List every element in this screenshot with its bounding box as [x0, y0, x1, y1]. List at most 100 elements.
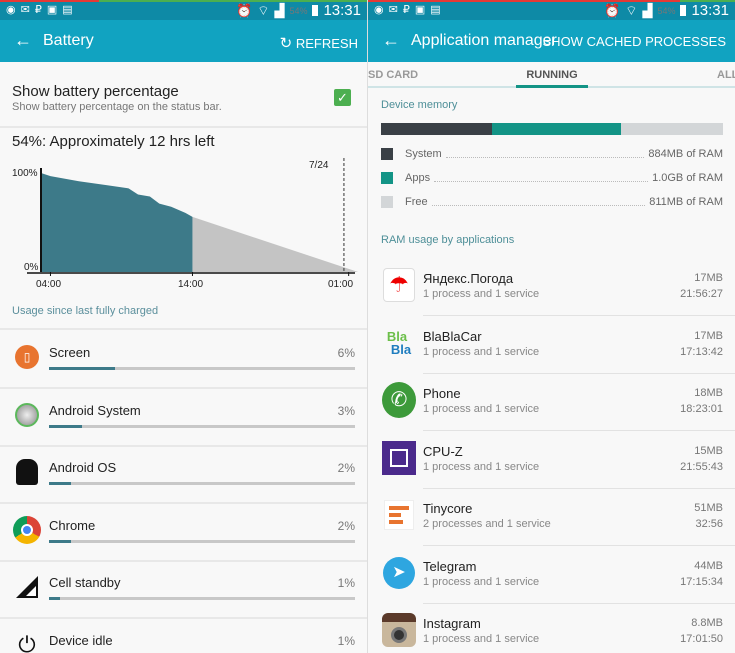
legend-value: 811MB of RAM	[649, 196, 723, 208]
umbrella-icon: ☂	[382, 267, 416, 303]
tab-running[interactable]: RUNNING	[516, 62, 588, 88]
memory-segment-free	[620, 123, 723, 135]
legend-value: 884MB of RAM	[648, 148, 723, 160]
back-arrow-icon[interactable]: ←	[382, 30, 400, 51]
app-processes: 1 process and 1 service	[423, 460, 540, 473]
signal-icon: ▟	[642, 2, 653, 18]
tab-all[interactable]: ALL	[717, 69, 735, 81]
app-processes: 1 process and 1 service	[423, 345, 540, 358]
app-name: Tinycore	[423, 501, 473, 516]
battery-screen: ◉✉₽▣▤ ⏰ ⌔ ▟ 54% 13:31 ← Battery ↻ REFRES…	[0, 0, 367, 653]
android-robot-icon	[12, 457, 42, 487]
ram-usage-title: RAM usage by applications	[381, 234, 515, 246]
app-processes: 2 processes and 1 service	[423, 518, 551, 530]
usage-percent: 2%	[337, 461, 355, 475]
device-memory-title: Device memory	[381, 99, 458, 111]
checkbox-checked[interactable]: ✓	[334, 89, 351, 106]
back-arrow-icon[interactable]: ←	[14, 30, 32, 51]
actual-battery-area	[41, 173, 193, 272]
page-title: Battery	[43, 32, 94, 49]
app-row[interactable]: Instagram 1 process and 1 service 8.8MB …	[368, 604, 735, 653]
app-name: Instagram	[423, 616, 481, 631]
usage-bar-fill	[49, 482, 72, 485]
app-memory-size: 17MB	[694, 272, 723, 284]
app-row[interactable]: ☂ Яндекс.Погода 1 process and 1 service …	[368, 259, 735, 316]
app-row[interactable]: Bla Bla BlaBlaCar 1 process and 1 service…	[368, 317, 735, 374]
app-processes: 1 process and 1 service	[423, 575, 540, 588]
usage-bar	[49, 482, 355, 485]
usage-bar-fill	[49, 597, 61, 600]
app-name: Phone	[423, 386, 461, 401]
battery-chart	[27, 158, 359, 276]
usage-bar	[49, 597, 355, 600]
usage-percent: 2%	[337, 518, 355, 533]
date-marker-label: 7/24	[309, 160, 329, 171]
refresh-button[interactable]: ↻ REFRESH	[280, 34, 358, 52]
usage-bar-fill	[49, 424, 83, 428]
alarm-icon: ⏰	[604, 2, 621, 18]
setting-subtitle: Show battery percentage on the status ba…	[12, 101, 222, 113]
app-memory-size: 15MB	[694, 444, 723, 457]
blablacar-icon: Bla Bla	[386, 328, 412, 357]
app-memory-size: 51MB	[694, 502, 723, 514]
legend-swatch	[381, 196, 393, 208]
wifi-icon: ⌔	[625, 2, 638, 18]
usage-since-label: Usage since last fully charged	[12, 305, 159, 317]
page-title: Application manager	[411, 32, 557, 49]
app-memory-size: 44MB	[694, 559, 723, 572]
battery-icon	[680, 5, 687, 16]
telegram-icon: ➤	[382, 555, 416, 591]
app-run-time: 17:01:50	[680, 633, 723, 645]
battery-percent: 54%	[289, 5, 308, 16]
x-tick-label: 04:00	[36, 279, 62, 290]
notification-icons: ◉✉₽▣▤	[6, 4, 78, 16]
tab-bar: SD CARD RUNNING ALL	[368, 62, 735, 88]
usage-label: Android OS	[49, 460, 117, 475]
refresh-icon: ↻	[279, 35, 293, 52]
legend-swatch	[381, 148, 393, 160]
notification-icons: ◉✉₽▣▤	[374, 4, 446, 16]
usage-percent: 3%	[337, 403, 355, 418]
legend-swatch	[381, 172, 393, 184]
usage-label: Cell standby	[49, 575, 121, 590]
predicted-battery-area	[192, 216, 359, 272]
app-row[interactable]: ✆ Phone 1 process and 1 service 18MB 18:…	[368, 374, 735, 431]
usage-bar	[49, 367, 355, 370]
legend-label: Apps	[405, 172, 431, 184]
legend-value: 1.0GB of RAM	[652, 172, 723, 184]
app-row[interactable]: Tinycore 2 processes and 1 service 51MB …	[368, 489, 735, 546]
app-name: Telegram	[423, 558, 477, 574]
usage-percent: 6%	[337, 346, 355, 360]
usage-bar	[49, 539, 355, 543]
setting-title: Show battery percentage	[12, 83, 179, 100]
usage-label: Device idle	[49, 632, 113, 648]
app-processes: 1 process and 1 service	[423, 403, 540, 415]
x-tick-label: 14:00	[178, 279, 204, 290]
show-cached-processes-button[interactable]: SHOW CACHED PROCESSES	[543, 34, 726, 49]
power-icon: ⏻	[18, 631, 36, 653]
memory-legend-free: Free 811MB of RAM	[381, 195, 723, 209]
cell-signal-icon	[12, 572, 42, 602]
app-row[interactable]: CPU-Z 1 process and 1 service 15MB 21:55…	[368, 432, 735, 489]
alarm-icon: ⏰	[236, 2, 253, 18]
app-run-time: 18:23:01	[680, 403, 723, 415]
app-memory-size: 18MB	[694, 387, 723, 399]
battery-icon	[312, 5, 319, 16]
memory-segment-system	[381, 123, 493, 135]
battery-percent: 54%	[657, 5, 676, 16]
tab-sd-card[interactable]: SD CARD	[368, 69, 418, 81]
usage-bar	[49, 424, 355, 428]
legend-label: System	[405, 148, 442, 160]
app-row[interactable]: ➤ Telegram 1 process and 1 service 44MB …	[368, 547, 735, 604]
clock: 13:31	[323, 2, 361, 19]
tinycore-icon	[382, 497, 416, 533]
application-manager-screen: ◉✉₽▣▤ ⏰ ⌔ ▟ 54% 13:31 ← Application mana…	[368, 0, 735, 653]
app-run-time: 21:55:43	[680, 460, 723, 473]
screen-icon: ▯	[12, 342, 42, 372]
app-memory-size: 8.8MB	[691, 617, 723, 629]
chrome-icon	[12, 515, 42, 545]
phone-icon: ✆	[382, 382, 416, 418]
usage-bar-fill	[49, 539, 72, 543]
memory-legend-apps: Apps 1.0GB of RAM	[381, 171, 723, 185]
battery-summary: 54%: Approximately 12 hrs left	[12, 133, 215, 150]
